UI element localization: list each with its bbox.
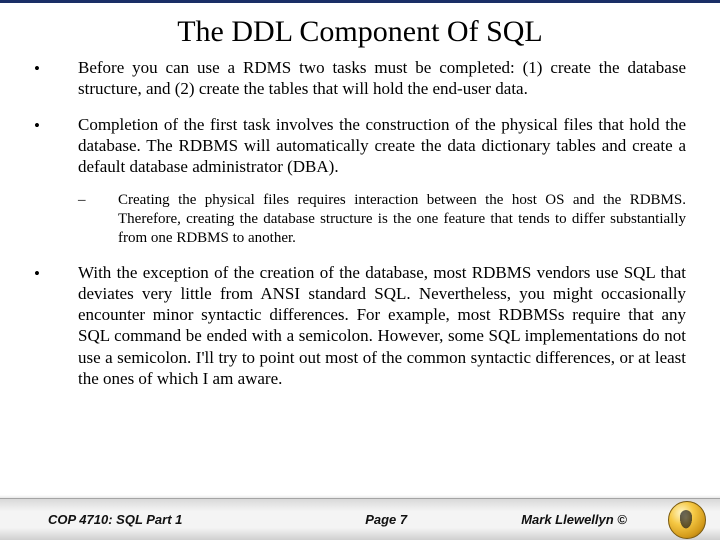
- bullet-item: • With the exception of the creation of …: [34, 262, 686, 390]
- sub-bullet-item: – Creating the physical files requires i…: [78, 191, 686, 247]
- ucf-logo-icon: [668, 501, 706, 539]
- bullet-item: • Completion of the first task involves …: [34, 114, 686, 178]
- bullet-text: With the exception of the creation of th…: [78, 262, 686, 390]
- footer-author: Mark Llewellyn ©: [480, 512, 668, 527]
- bullet-text: Completion of the first task involves th…: [78, 114, 686, 178]
- footer-inner: COP 4710: SQL Part 1 Page 7 Mark Llewell…: [0, 501, 720, 539]
- bullet-text: Before you can use a RDMS two tasks must…: [78, 57, 686, 100]
- bullet-marker: •: [34, 262, 78, 390]
- footer: COP 4710: SQL Part 1 Page 7 Mark Llewell…: [0, 498, 720, 540]
- bullet-item: • Before you can use a RDMS two tasks mu…: [34, 57, 686, 100]
- slide-title: The DDL Component Of SQL: [0, 3, 720, 57]
- slide: The DDL Component Of SQL • Before you ca…: [0, 0, 720, 540]
- bullet-marker: •: [34, 57, 78, 100]
- bullet-marker: •: [34, 114, 78, 178]
- slide-content: • Before you can use a RDMS two tasks mu…: [0, 57, 720, 389]
- footer-course: COP 4710: SQL Part 1: [48, 512, 292, 527]
- sub-bullet-text: Creating the physical files requires int…: [118, 191, 686, 247]
- footer-page: Page 7: [292, 512, 480, 527]
- sub-bullet-marker: –: [78, 191, 118, 247]
